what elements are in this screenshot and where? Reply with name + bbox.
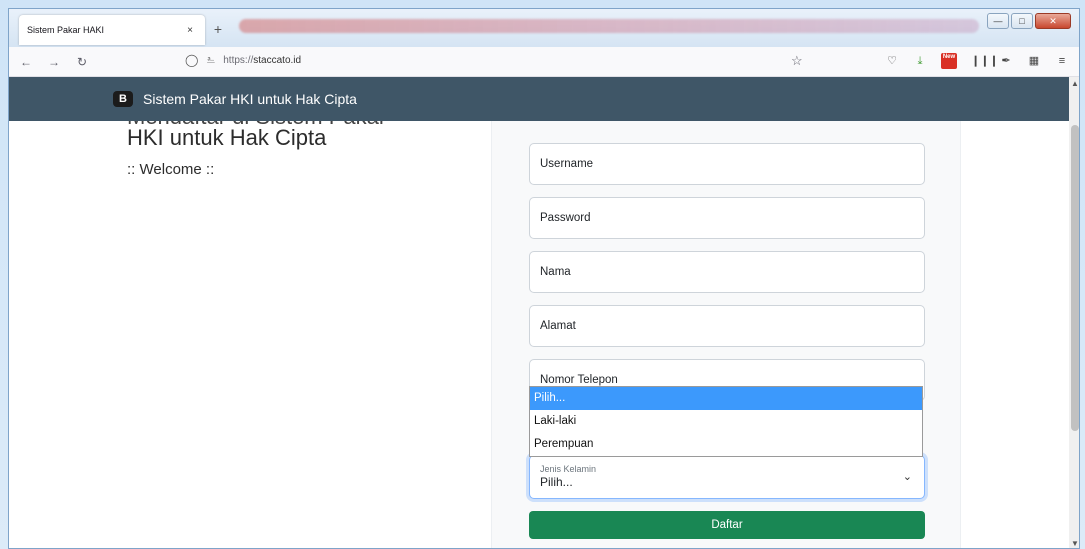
bookmark-star-icon[interactable]: ☆ [791, 53, 803, 69]
download-extension-icon[interactable]: ⤓ [913, 54, 927, 68]
password-placeholder: Password [540, 212, 591, 224]
option-perempuan[interactable]: Perempuan [530, 433, 922, 456]
name-field[interactable]: Nama [529, 251, 925, 293]
url-host: staccato.id [253, 54, 302, 66]
menu-icon[interactable]: ≡ [1055, 54, 1069, 68]
reload-icon[interactable]: ↻ [71, 55, 93, 69]
minimize-icon[interactable]: — [987, 13, 1009, 29]
password-field[interactable]: Password [529, 197, 925, 239]
extensions-toolbar: ♡ ⤓ New ❙❙❙ ✒ ▦ ≡ [885, 53, 1069, 69]
chevron-down-icon: ⌄ [902, 471, 912, 483]
new-extension-icon[interactable]: New [941, 53, 957, 69]
hero-title: HKI untuk Hak Cipta [127, 125, 327, 150]
maximize-icon[interactable]: □ [1011, 13, 1033, 29]
page-viewport: B Sistem Pakar HKI untuk Hak Cipta Menda… [9, 77, 1069, 548]
username-placeholder: Username [540, 158, 594, 170]
eyedropper-icon[interactable]: ✒ [999, 54, 1013, 68]
scroll-thumb[interactable] [1071, 125, 1079, 431]
page-scrollbar[interactable]: ▲ ▼ [1069, 77, 1079, 548]
scroll-down-icon[interactable]: ▼ [1069, 539, 1079, 548]
gender-selected-value: Pilih... [540, 475, 573, 489]
brand-title[interactable]: Sistem Pakar HKI untuk Hak Cipta [143, 91, 357, 107]
scroll-up-icon[interactable]: ▲ [1069, 79, 1079, 88]
library-icon[interactable]: ❙❙❙ [971, 54, 999, 68]
shield-icon[interactable]: ◯ [185, 53, 198, 67]
gender-dropdown-list: Pilih... Laki-laki Perempuan [529, 386, 923, 457]
forward-arrow-icon[interactable]: → [43, 55, 65, 69]
grid-icon[interactable]: ▦ [1027, 54, 1041, 68]
lock-icon[interactable]: ⎁ [206, 54, 215, 67]
welcome-text: :: Welcome :: [127, 161, 215, 178]
close-tab-icon[interactable]: × [183, 25, 197, 36]
window-controls: — □ ✕ [987, 13, 1071, 29]
registration-form: Username Password Nama Alamat Nomor Tele… [491, 121, 961, 548]
register-button[interactable]: Daftar [529, 511, 925, 539]
address-placeholder: Alamat [540, 320, 576, 332]
browser-window: Sistem Pakar HAKI × + — □ ✕ ← → ↻ ◯ ⎁ ht… [8, 8, 1080, 549]
gender-label: Jenis Kelamin [540, 464, 597, 474]
new-tab-button[interactable]: + [209, 21, 227, 37]
navigation-bar: ← → ↻ ◯ ⎁ https://staccato.id ☆ ♡ ⤓ New … [9, 47, 1079, 77]
name-placeholder: Nama [540, 266, 571, 278]
tab-sistem-pakar[interactable]: Sistem Pakar HAKI × [19, 15, 205, 45]
option-laki-laki[interactable]: Laki-laki [530, 410, 922, 433]
tab-bar: Sistem Pakar HAKI × + — □ ✕ [9, 9, 1079, 47]
bootstrap-logo-icon[interactable]: B [113, 91, 133, 107]
close-window-icon[interactable]: ✕ [1035, 13, 1071, 29]
username-field[interactable]: Username [529, 143, 925, 185]
back-arrow-icon[interactable]: ← [15, 55, 37, 69]
address-bar[interactable]: ◯ ⎁ https://staccato.id [185, 53, 301, 67]
address-field[interactable]: Alamat [529, 305, 925, 347]
pocket-icon[interactable]: ♡ [885, 54, 899, 68]
option-pilih[interactable]: Pilih... [530, 387, 922, 410]
phone-placeholder: Nomor Telepon [540, 374, 618, 386]
url-text: https://staccato.id [223, 55, 301, 66]
tab-title: Sistem Pakar HAKI [27, 25, 105, 35]
blurred-region [239, 19, 979, 33]
url-scheme: https:// [223, 54, 254, 66]
site-navbar: B Sistem Pakar HKI untuk Hak Cipta [9, 77, 1069, 121]
gender-select[interactable]: Jenis Kelamin Pilih... ⌄ [529, 455, 925, 499]
